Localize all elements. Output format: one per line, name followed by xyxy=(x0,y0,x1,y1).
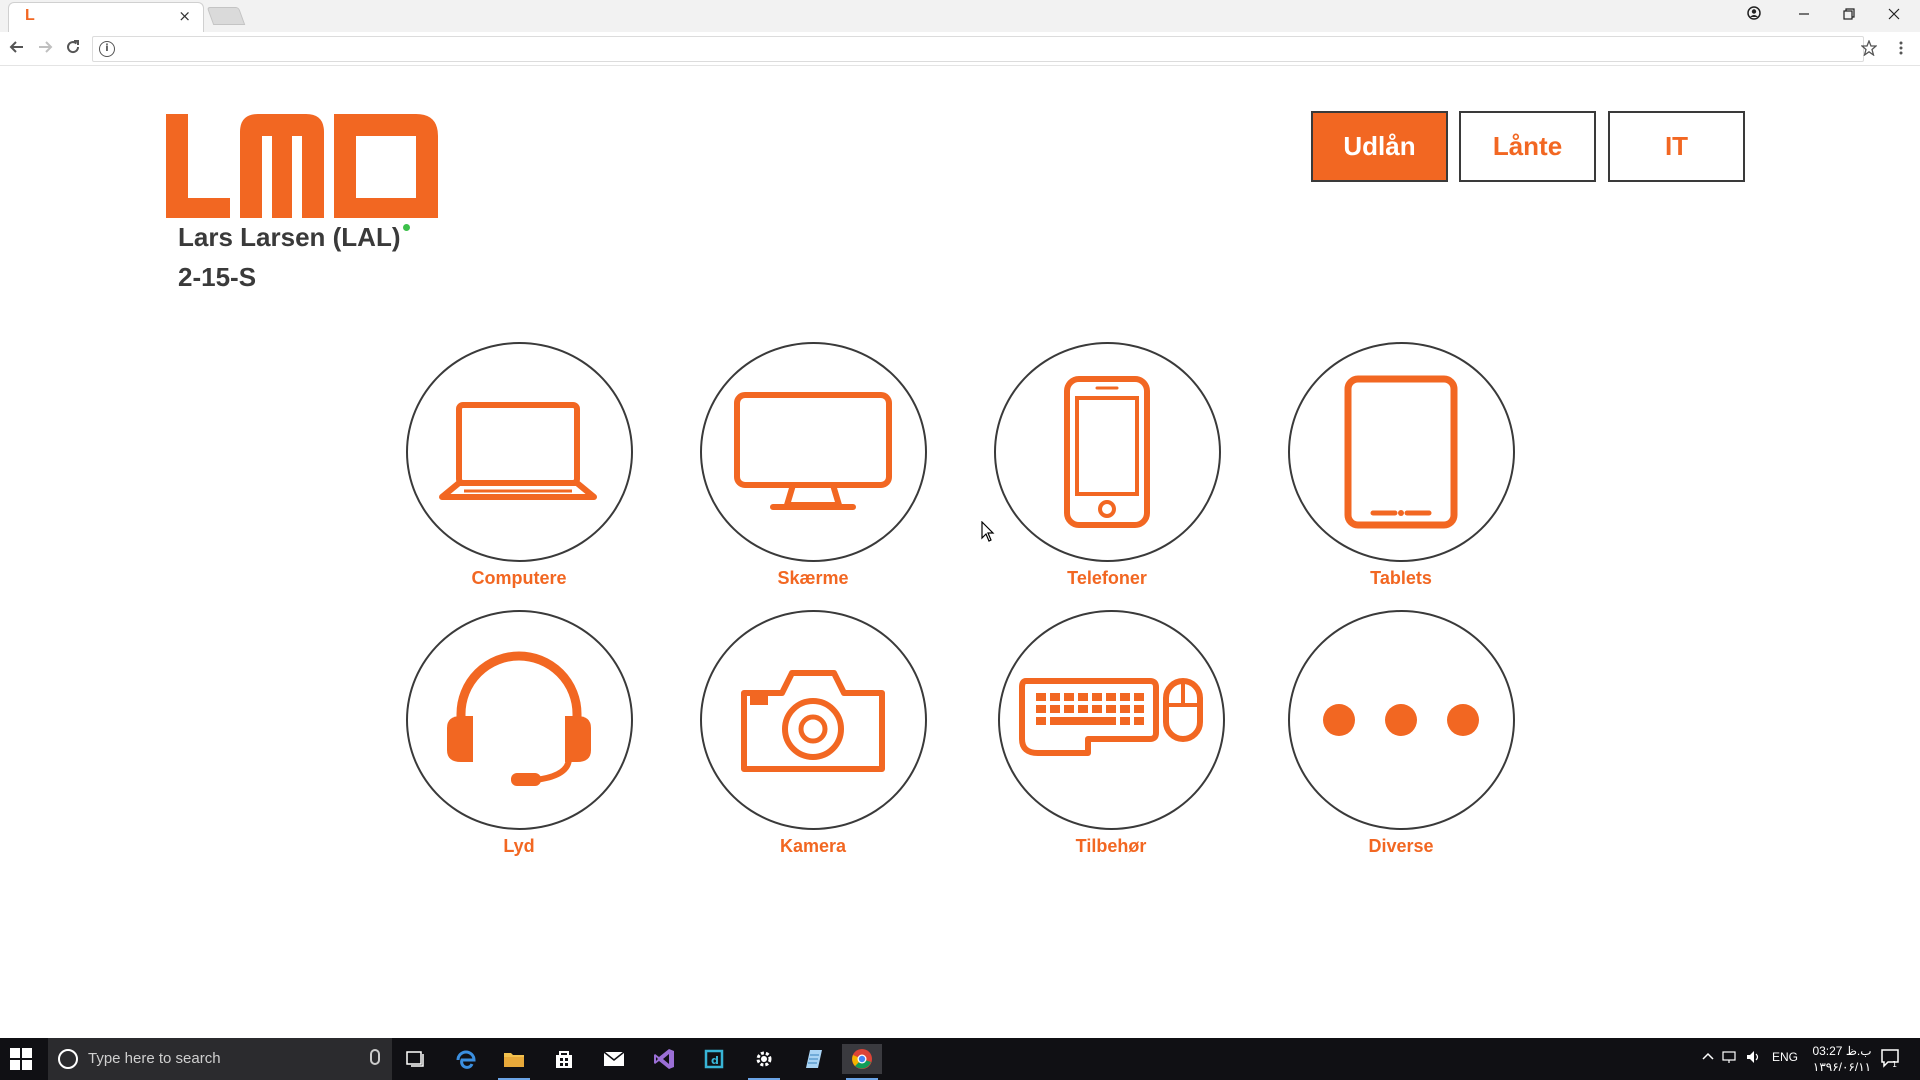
laante-button[interactable]: Lånte xyxy=(1459,111,1596,182)
language-indicator[interactable]: ENG xyxy=(1772,1050,1798,1064)
user-name: Lars Larsen (LAL) xyxy=(178,222,410,253)
lmd-logo xyxy=(166,114,438,218)
headset-icon xyxy=(447,651,591,786)
store-icon[interactable] xyxy=(544,1044,584,1074)
category-label: Skærme xyxy=(777,568,849,588)
settings-gear-icon[interactable] xyxy=(744,1044,784,1080)
volume-icon[interactable] xyxy=(1746,1050,1762,1067)
forward-icon[interactable] xyxy=(32,36,58,62)
action-center-icon[interactable]: 1 xyxy=(1880,1048,1900,1071)
profile-icon[interactable] xyxy=(1734,3,1774,27)
category-label: Lyd xyxy=(503,836,535,856)
browser-tab[interactable]: L × xyxy=(8,2,204,32)
category-circle xyxy=(993,342,1221,562)
category-tablets[interactable]: Tablets xyxy=(1286,342,1516,589)
category-tilbehoer[interactable]: Tilbehør xyxy=(996,610,1226,857)
windows-taskbar: Type here to search d ENG 03:27 ب.ظ ۱۳۹۶… xyxy=(0,1038,1920,1080)
notepad-icon[interactable] xyxy=(794,1044,834,1074)
category-kamera[interactable]: Kamera xyxy=(698,610,928,857)
category-label: Telefoner xyxy=(1067,568,1147,588)
category-label: Kamera xyxy=(779,836,847,856)
category-label: Diverse xyxy=(1368,836,1434,856)
user-room: 2-15-S xyxy=(178,262,257,292)
phone-icon xyxy=(1064,376,1150,528)
visual-studio-icon[interactable] xyxy=(644,1044,684,1074)
site-info-icon[interactable]: i xyxy=(99,41,115,57)
category-circle xyxy=(699,342,927,562)
online-status-dot xyxy=(402,224,410,231)
microphone-icon[interactable] xyxy=(370,1049,380,1065)
page-content: Lars Larsen (LAL) 2-15-S Udlån Lånte IT … xyxy=(0,66,1920,1038)
it-button[interactable]: IT xyxy=(1608,111,1745,182)
browser-toolbar: i xyxy=(0,32,1920,66)
clock-date[interactable]: ۱۳۹۶/۰۶/۱۱ xyxy=(1802,1060,1882,1074)
category-circle xyxy=(405,342,633,562)
category-diverse[interactable]: Diverse xyxy=(1286,610,1516,857)
task-view-icon[interactable] xyxy=(396,1044,436,1074)
browser-menu-icon[interactable] xyxy=(1888,36,1914,62)
close-window-icon[interactable] xyxy=(1874,3,1914,27)
category-circle xyxy=(1287,342,1515,562)
category-circle xyxy=(1287,610,1515,830)
clock-time[interactable]: 03:27 ب.ظ xyxy=(1802,1044,1882,1058)
category-circle xyxy=(699,610,927,830)
category-label: Computere xyxy=(471,568,567,588)
tab-title: L xyxy=(25,7,35,24)
svg-text:d: d xyxy=(711,1054,719,1067)
reload-icon[interactable] xyxy=(60,36,86,62)
search-placeholder: Type here to search xyxy=(88,1050,221,1067)
taskbar-search[interactable]: Type here to search xyxy=(48,1038,392,1080)
tab-close-icon[interactable]: × xyxy=(178,7,191,25)
category-label: Tablets xyxy=(1370,568,1432,588)
mouse-cursor xyxy=(981,520,995,547)
restore-icon[interactable] xyxy=(1829,3,1869,27)
windows-start-icon[interactable] xyxy=(10,1048,36,1070)
tray-overflow-icon[interactable] xyxy=(1702,1050,1714,1064)
more-dots-icon xyxy=(1323,704,1479,736)
category-telefoner[interactable]: Telefoner xyxy=(992,342,1222,589)
address-bar[interactable]: i xyxy=(92,36,1864,62)
keyboard-mouse-icon xyxy=(1019,678,1203,756)
edge-icon[interactable] xyxy=(446,1044,486,1074)
mail-icon[interactable] xyxy=(594,1044,634,1074)
new-tab-button[interactable] xyxy=(206,7,246,25)
laptop-icon xyxy=(439,402,597,500)
category-lyd[interactable]: Lyd xyxy=(404,610,634,857)
bookmark-star-icon[interactable] xyxy=(1856,36,1882,62)
category-skaerme[interactable]: Skærme xyxy=(698,342,928,589)
network-icon[interactable] xyxy=(1722,1050,1738,1067)
udlaan-button[interactable]: Udlån xyxy=(1311,111,1448,182)
notification-count: 1 xyxy=(1892,1060,1897,1068)
file-explorer-icon[interactable] xyxy=(494,1044,534,1080)
code-editor-icon[interactable]: d xyxy=(694,1044,734,1074)
category-computere[interactable]: Computere xyxy=(404,342,634,589)
category-circle xyxy=(405,610,633,830)
back-icon[interactable] xyxy=(4,36,30,62)
cortana-icon xyxy=(58,1049,78,1069)
category-circle xyxy=(997,610,1225,830)
chrome-icon[interactable] xyxy=(842,1044,882,1080)
minimize-icon[interactable] xyxy=(1784,3,1824,27)
tablet-icon xyxy=(1344,375,1458,529)
camera-icon xyxy=(741,670,885,772)
browser-tabstrip: L × xyxy=(0,0,1920,32)
category-label: Tilbehør xyxy=(1075,836,1147,856)
monitor-icon xyxy=(734,392,892,510)
